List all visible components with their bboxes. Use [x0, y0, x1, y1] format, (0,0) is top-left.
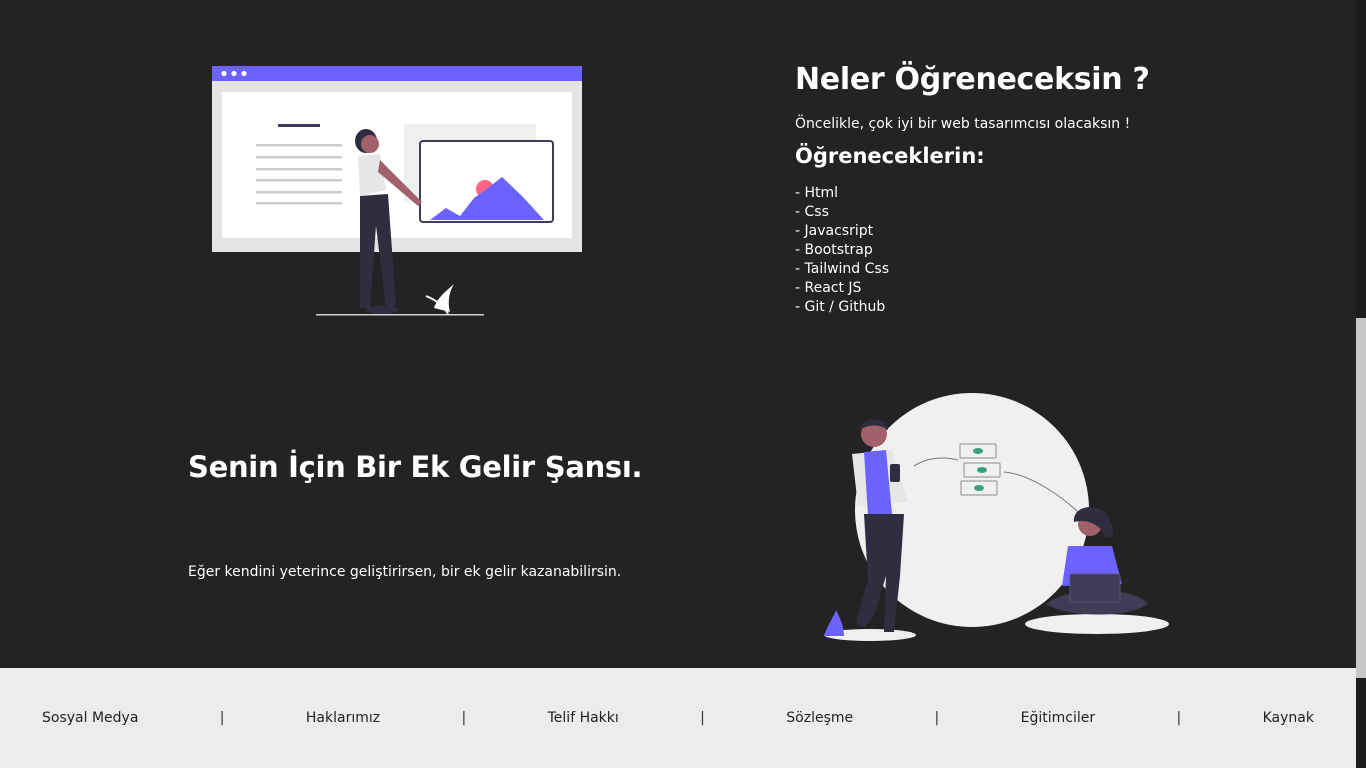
footer-separator: | — [1176, 710, 1182, 726]
footer-separator: | — [934, 710, 940, 726]
earning-illustration — [824, 393, 1169, 641]
section-title-income: Senin İçin Bir Ek Gelir Şansı. — [188, 450, 643, 484]
list-item: - Javacsript — [795, 223, 874, 239]
section-text-income: Eğer kendini yeterince geliştirirsen, bi… — [188, 564, 622, 580]
section-subtitle: Öğreneceklerin: — [795, 144, 985, 168]
learning-list: - Html - Css - Javacsript - Bootstrap - … — [795, 184, 1315, 317]
footer-separator: | — [700, 710, 705, 726]
list-item: - Bootstrap — [795, 242, 873, 258]
list-item: - Css — [795, 204, 829, 220]
footer-link-agreement[interactable]: Sözleşme — [786, 710, 853, 726]
footer-link-source[interactable]: Kaynak — [1263, 710, 1314, 726]
footer-link-rights[interactable]: Haklarımız — [306, 710, 380, 726]
footer-separator: | — [461, 710, 467, 726]
list-item: - Html — [795, 185, 839, 201]
footer: Sosyal Medya | Haklarımız | Telif Hakkı … — [0, 668, 1356, 768]
footer-separator: | — [219, 710, 225, 726]
list-item: - Tailwind Css — [795, 261, 890, 277]
footer-link-copyright[interactable]: Telif Hakkı — [548, 710, 619, 726]
footer-link-instructors[interactable]: Eğitimciler — [1021, 710, 1095, 726]
list-item: - Git / Github — [795, 299, 886, 315]
section-title-learn: Neler Öğreneceksin ? — [795, 62, 1150, 97]
scrollbar[interactable] — [1356, 0, 1366, 768]
presentation-illustration — [212, 66, 582, 316]
section-intro: Öncelikle, çok iyi bir web tasarımcısı o… — [795, 116, 1131, 132]
scrollbar-thumb[interactable] — [1356, 318, 1366, 678]
footer-link-social[interactable]: Sosyal Medya — [42, 710, 138, 726]
list-item: - React JS — [795, 280, 862, 296]
